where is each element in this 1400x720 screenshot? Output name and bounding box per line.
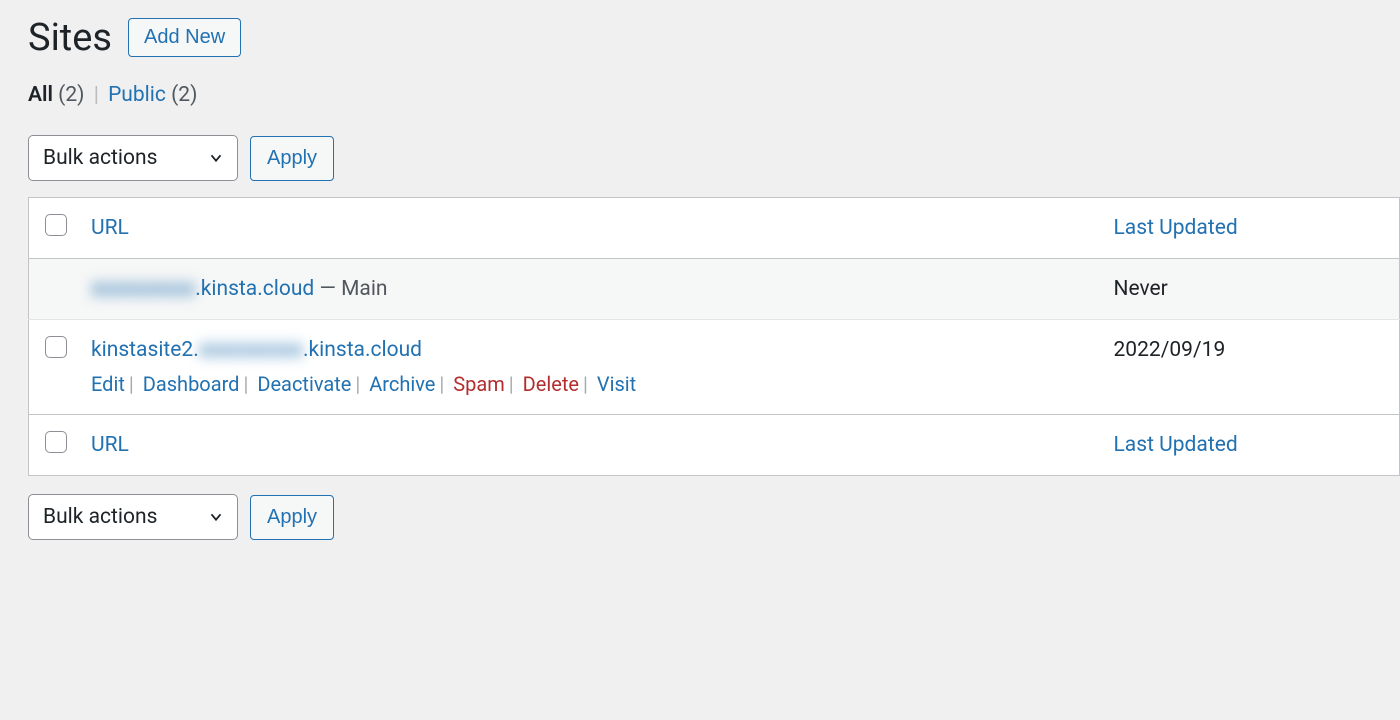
row-action-delete[interactable]: Delete — [523, 372, 579, 396]
row-checkbox-cell — [29, 320, 78, 415]
apply-button-bottom[interactable]: Apply — [250, 495, 334, 540]
row-updated-cell: Never — [1100, 259, 1400, 320]
row-updated-cell: 2022/09/19 — [1100, 320, 1400, 415]
main-site-badge: — Main — [314, 277, 387, 301]
row-action-deactivate[interactable]: Deactivate — [257, 372, 351, 396]
row-actions: Edit| Dashboard| Deactivate| Archive| Sp… — [91, 372, 1086, 396]
filter-links: All (2) | Public (2) — [28, 83, 1400, 107]
apply-button-top[interactable]: Apply — [250, 136, 334, 181]
add-new-button[interactable]: Add New — [128, 18, 241, 57]
select-all-checkbox-top[interactable] — [45, 214, 67, 236]
tablenav-top: Bulk actions Apply — [28, 135, 1400, 181]
redacted-text: xxxxxxxxxx — [91, 277, 195, 301]
tablenav-bottom: Bulk actions Apply — [28, 494, 1400, 540]
filter-public[interactable]: Public (2) — [108, 83, 197, 107]
row-checkbox[interactable] — [45, 336, 67, 358]
row-checkbox-cell — [29, 259, 78, 320]
redacted-text: xxxxxxxxxx — [199, 338, 303, 362]
site-url-link[interactable]: xxxxxxxxxx.kinsta.cloud — [91, 277, 314, 301]
page-title: Sites — [28, 19, 112, 57]
row-url-cell: kinstasite2.xxxxxxxxxx.kinsta.cloud Edit… — [77, 320, 1100, 415]
sites-table: URL Last Updated xxxxxxxxxx.kinsta.cloud… — [28, 197, 1400, 476]
chevron-down-icon — [207, 149, 225, 167]
table-row: kinstasite2.xxxxxxxxxx.kinsta.cloud Edit… — [29, 320, 1400, 415]
page-header: Sites Add New — [28, 18, 1400, 57]
select-all-header — [29, 198, 78, 259]
column-header-updated[interactable]: Last Updated — [1100, 198, 1400, 259]
bulk-actions-select-bottom[interactable]: Bulk actions — [28, 494, 238, 540]
column-footer-url[interactable]: URL — [77, 415, 1100, 476]
chevron-down-icon — [207, 508, 225, 526]
column-footer-updated[interactable]: Last Updated — [1100, 415, 1400, 476]
select-all-footer — [29, 415, 78, 476]
bulk-actions-label: Bulk actions — [43, 505, 157, 529]
row-url-cell: xxxxxxxxxx.kinsta.cloud — Main — [77, 259, 1100, 320]
site-url-link[interactable]: kinstasite2.xxxxxxxxxx.kinsta.cloud — [91, 338, 422, 362]
select-all-checkbox-bottom[interactable] — [45, 431, 67, 453]
row-action-edit[interactable]: Edit — [91, 372, 125, 396]
table-row: xxxxxxxxxx.kinsta.cloud — Main Never — [29, 259, 1400, 320]
filter-all[interactable]: All (2) — [28, 83, 84, 107]
bulk-actions-select[interactable]: Bulk actions — [28, 135, 238, 181]
row-action-spam[interactable]: Spam — [453, 372, 505, 396]
row-action-archive[interactable]: Archive — [369, 372, 435, 396]
column-header-url[interactable]: URL — [77, 198, 1100, 259]
row-action-visit[interactable]: Visit — [597, 372, 636, 396]
bulk-actions-label: Bulk actions — [43, 146, 157, 170]
filter-separator: | — [90, 83, 103, 107]
sites-admin-page: Sites Add New All (2) | Public (2) Bulk … — [0, 0, 1400, 554]
row-action-dashboard[interactable]: Dashboard — [143, 372, 240, 396]
